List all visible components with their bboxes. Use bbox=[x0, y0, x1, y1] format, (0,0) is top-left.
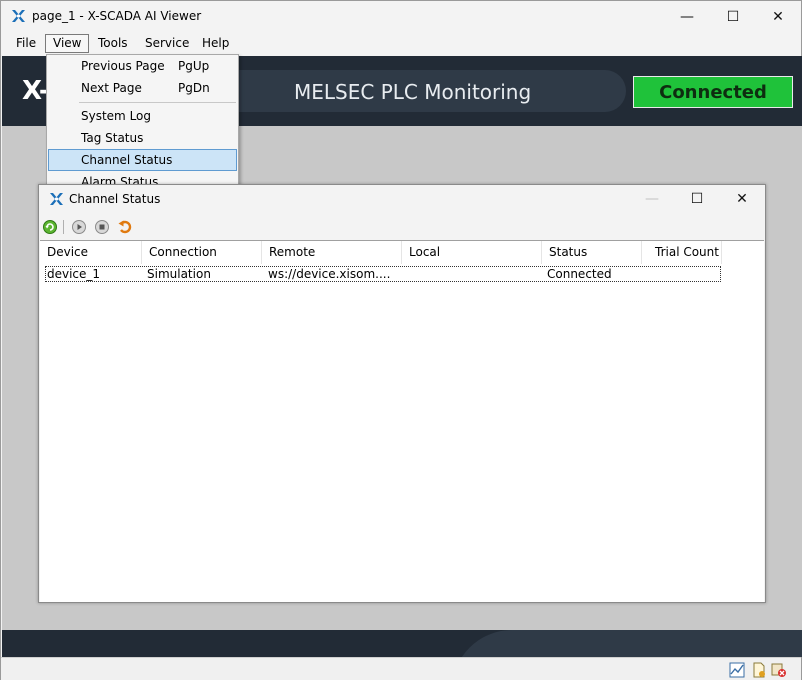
window-title: page_1 - X-SCADA AI Viewer bbox=[32, 9, 202, 23]
channel-status-window: Channel Status — ☐ ✕ Device Connection R… bbox=[38, 184, 766, 603]
app-logo-icon bbox=[12, 10, 25, 22]
menu-separator bbox=[79, 102, 236, 103]
column-header-trial-count[interactable]: Trial Count bbox=[642, 241, 722, 264]
app-window: page_1 - X-SCADA AI Viewer — ☐ ✕ File Vi… bbox=[0, 0, 802, 680]
view-menu-dropdown: Previous Page PgUp Next Page PgDn System… bbox=[46, 54, 239, 186]
document-icon[interactable] bbox=[751, 662, 767, 678]
child-maximize-button[interactable]: ☐ bbox=[674, 185, 720, 213]
column-header-remote[interactable]: Remote bbox=[262, 241, 402, 264]
title-bar[interactable]: page_1 - X-SCADA AI Viewer — ☐ ✕ bbox=[1, 1, 801, 32]
close-button[interactable]: ✕ bbox=[755, 1, 801, 32]
column-header-connection[interactable]: Connection bbox=[142, 241, 262, 264]
menu-item-tag-status[interactable]: Tag Status bbox=[48, 127, 237, 149]
minimize-button[interactable]: — bbox=[664, 1, 710, 32]
cell-local bbox=[407, 267, 537, 281]
cell-remote: ws://device.xisom.... bbox=[268, 267, 391, 281]
child-minimize-button[interactable]: — bbox=[629, 185, 675, 213]
child-toolbar bbox=[39, 215, 765, 239]
menu-item-shortcut: PgUp bbox=[178, 59, 210, 73]
menu-tools[interactable]: Tools bbox=[91, 34, 135, 53]
child-close-button[interactable]: ✕ bbox=[719, 185, 765, 213]
maximize-button[interactable]: ☐ bbox=[710, 1, 756, 32]
menu-item-label: Tag Status bbox=[81, 131, 144, 145]
app-logo-icon bbox=[50, 193, 63, 205]
undo-icon[interactable] bbox=[117, 219, 133, 235]
channel-list[interactable]: Device Connection Remote Local Status Tr… bbox=[40, 240, 764, 602]
menu-service[interactable]: Service bbox=[138, 34, 196, 53]
play-icon[interactable] bbox=[71, 219, 87, 235]
menu-item-label: System Log bbox=[81, 109, 151, 123]
menu-item-label: Previous Page bbox=[81, 59, 165, 73]
menu-view[interactable]: View bbox=[45, 34, 90, 53]
connection-status-badge: Connected bbox=[633, 76, 793, 108]
column-header-local[interactable]: Local bbox=[402, 241, 542, 264]
menu-bar: File View Tools Service Help bbox=[1, 32, 801, 54]
menu-file[interactable]: File bbox=[9, 34, 43, 53]
cell-status: Connected bbox=[547, 267, 612, 281]
menu-item-system-log[interactable]: System Log bbox=[48, 105, 237, 127]
menu-item-label: Next Page bbox=[81, 81, 142, 95]
menu-item-shortcut: PgDn bbox=[178, 81, 210, 95]
footer-decoration bbox=[452, 630, 802, 657]
child-title-bar[interactable]: Channel Status — ☐ ✕ bbox=[39, 185, 765, 213]
menu-item-next-page[interactable]: Next Page PgDn bbox=[48, 77, 237, 99]
footer-bar bbox=[2, 630, 802, 657]
column-header-device[interactable]: Device bbox=[40, 241, 142, 264]
menu-item-previous-page[interactable]: Previous Page PgUp bbox=[48, 55, 237, 77]
brand-logo: X- bbox=[22, 76, 50, 106]
cell-device: device_1 bbox=[47, 267, 101, 281]
stop-icon[interactable] bbox=[94, 219, 110, 235]
cell-trial-count bbox=[647, 267, 719, 281]
cell-connection: Simulation bbox=[147, 267, 211, 281]
error-log-icon[interactable] bbox=[771, 662, 787, 678]
menu-help[interactable]: Help bbox=[195, 34, 236, 53]
page-title: MELSEC PLC Monitoring bbox=[294, 80, 532, 104]
child-window-title: Channel Status bbox=[69, 192, 161, 206]
status-bar bbox=[1, 657, 801, 680]
list-header: Device Connection Remote Local Status Tr… bbox=[40, 241, 764, 264]
menu-item-channel-status[interactable]: Channel Status bbox=[48, 149, 237, 171]
refresh-icon[interactable] bbox=[42, 219, 58, 235]
column-header-status[interactable]: Status bbox=[542, 241, 642, 264]
menu-item-label: Channel Status bbox=[81, 153, 173, 167]
toolbar-separator bbox=[63, 220, 64, 234]
trend-chart-icon[interactable] bbox=[729, 662, 745, 678]
table-row[interactable]: device_1 Simulation ws://device.xisom...… bbox=[45, 266, 721, 282]
